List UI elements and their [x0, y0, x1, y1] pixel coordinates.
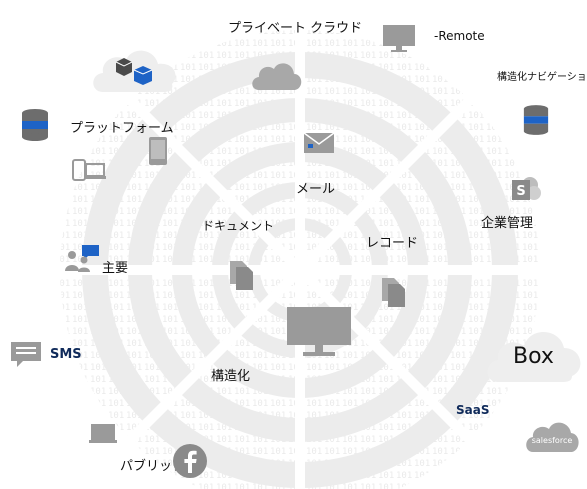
label-structured: 構造化 — [211, 369, 251, 384]
label-document: ドキュメント — [202, 219, 275, 233]
label-mail: メール — [296, 182, 336, 197]
label-sms: SMS — [50, 347, 82, 362]
salesforce-cloud-icon: salesforce — [526, 422, 579, 452]
database-icon — [523, 105, 549, 135]
mail-icon — [303, 132, 335, 153]
label-saas: SaaS — [456, 403, 490, 417]
chat-users-icon — [65, 245, 99, 272]
devices-icon — [72, 159, 106, 181]
documents-icon — [230, 261, 253, 290]
monitor-icon — [383, 25, 415, 52]
svg-text:S: S — [516, 184, 525, 199]
label-structured-navigation: 構造化ナビゲーション — [497, 72, 587, 83]
database-icon — [22, 109, 48, 141]
sharepoint-icon: S — [512, 177, 541, 200]
diagram-canvas: 101 プライベート クラウド -Remote 構造化ナビゲーション プラットフ… — [0, 0, 587, 489]
label-main: 主要 — [102, 261, 129, 276]
label-box-overlay: Box — [513, 344, 554, 369]
salesforce-label: salesforce — [532, 436, 573, 445]
cloud-boxes-icon — [93, 50, 176, 92]
label-enterprise-management: 企業管理 — [481, 216, 534, 231]
label-remote: -Remote — [434, 29, 485, 43]
monitor-icon — [287, 307, 351, 356]
phone-icon — [149, 137, 167, 165]
facebook-icon — [173, 444, 207, 478]
label-private-cloud: プライベート クラウド — [228, 21, 363, 36]
label-record: レコード — [366, 236, 419, 251]
label-platform: プラットフォーム — [70, 121, 174, 136]
laptop-icon — [89, 424, 117, 443]
cloud-icon — [252, 63, 302, 90]
message-icon — [11, 342, 41, 367]
documents-icon — [382, 278, 405, 307]
